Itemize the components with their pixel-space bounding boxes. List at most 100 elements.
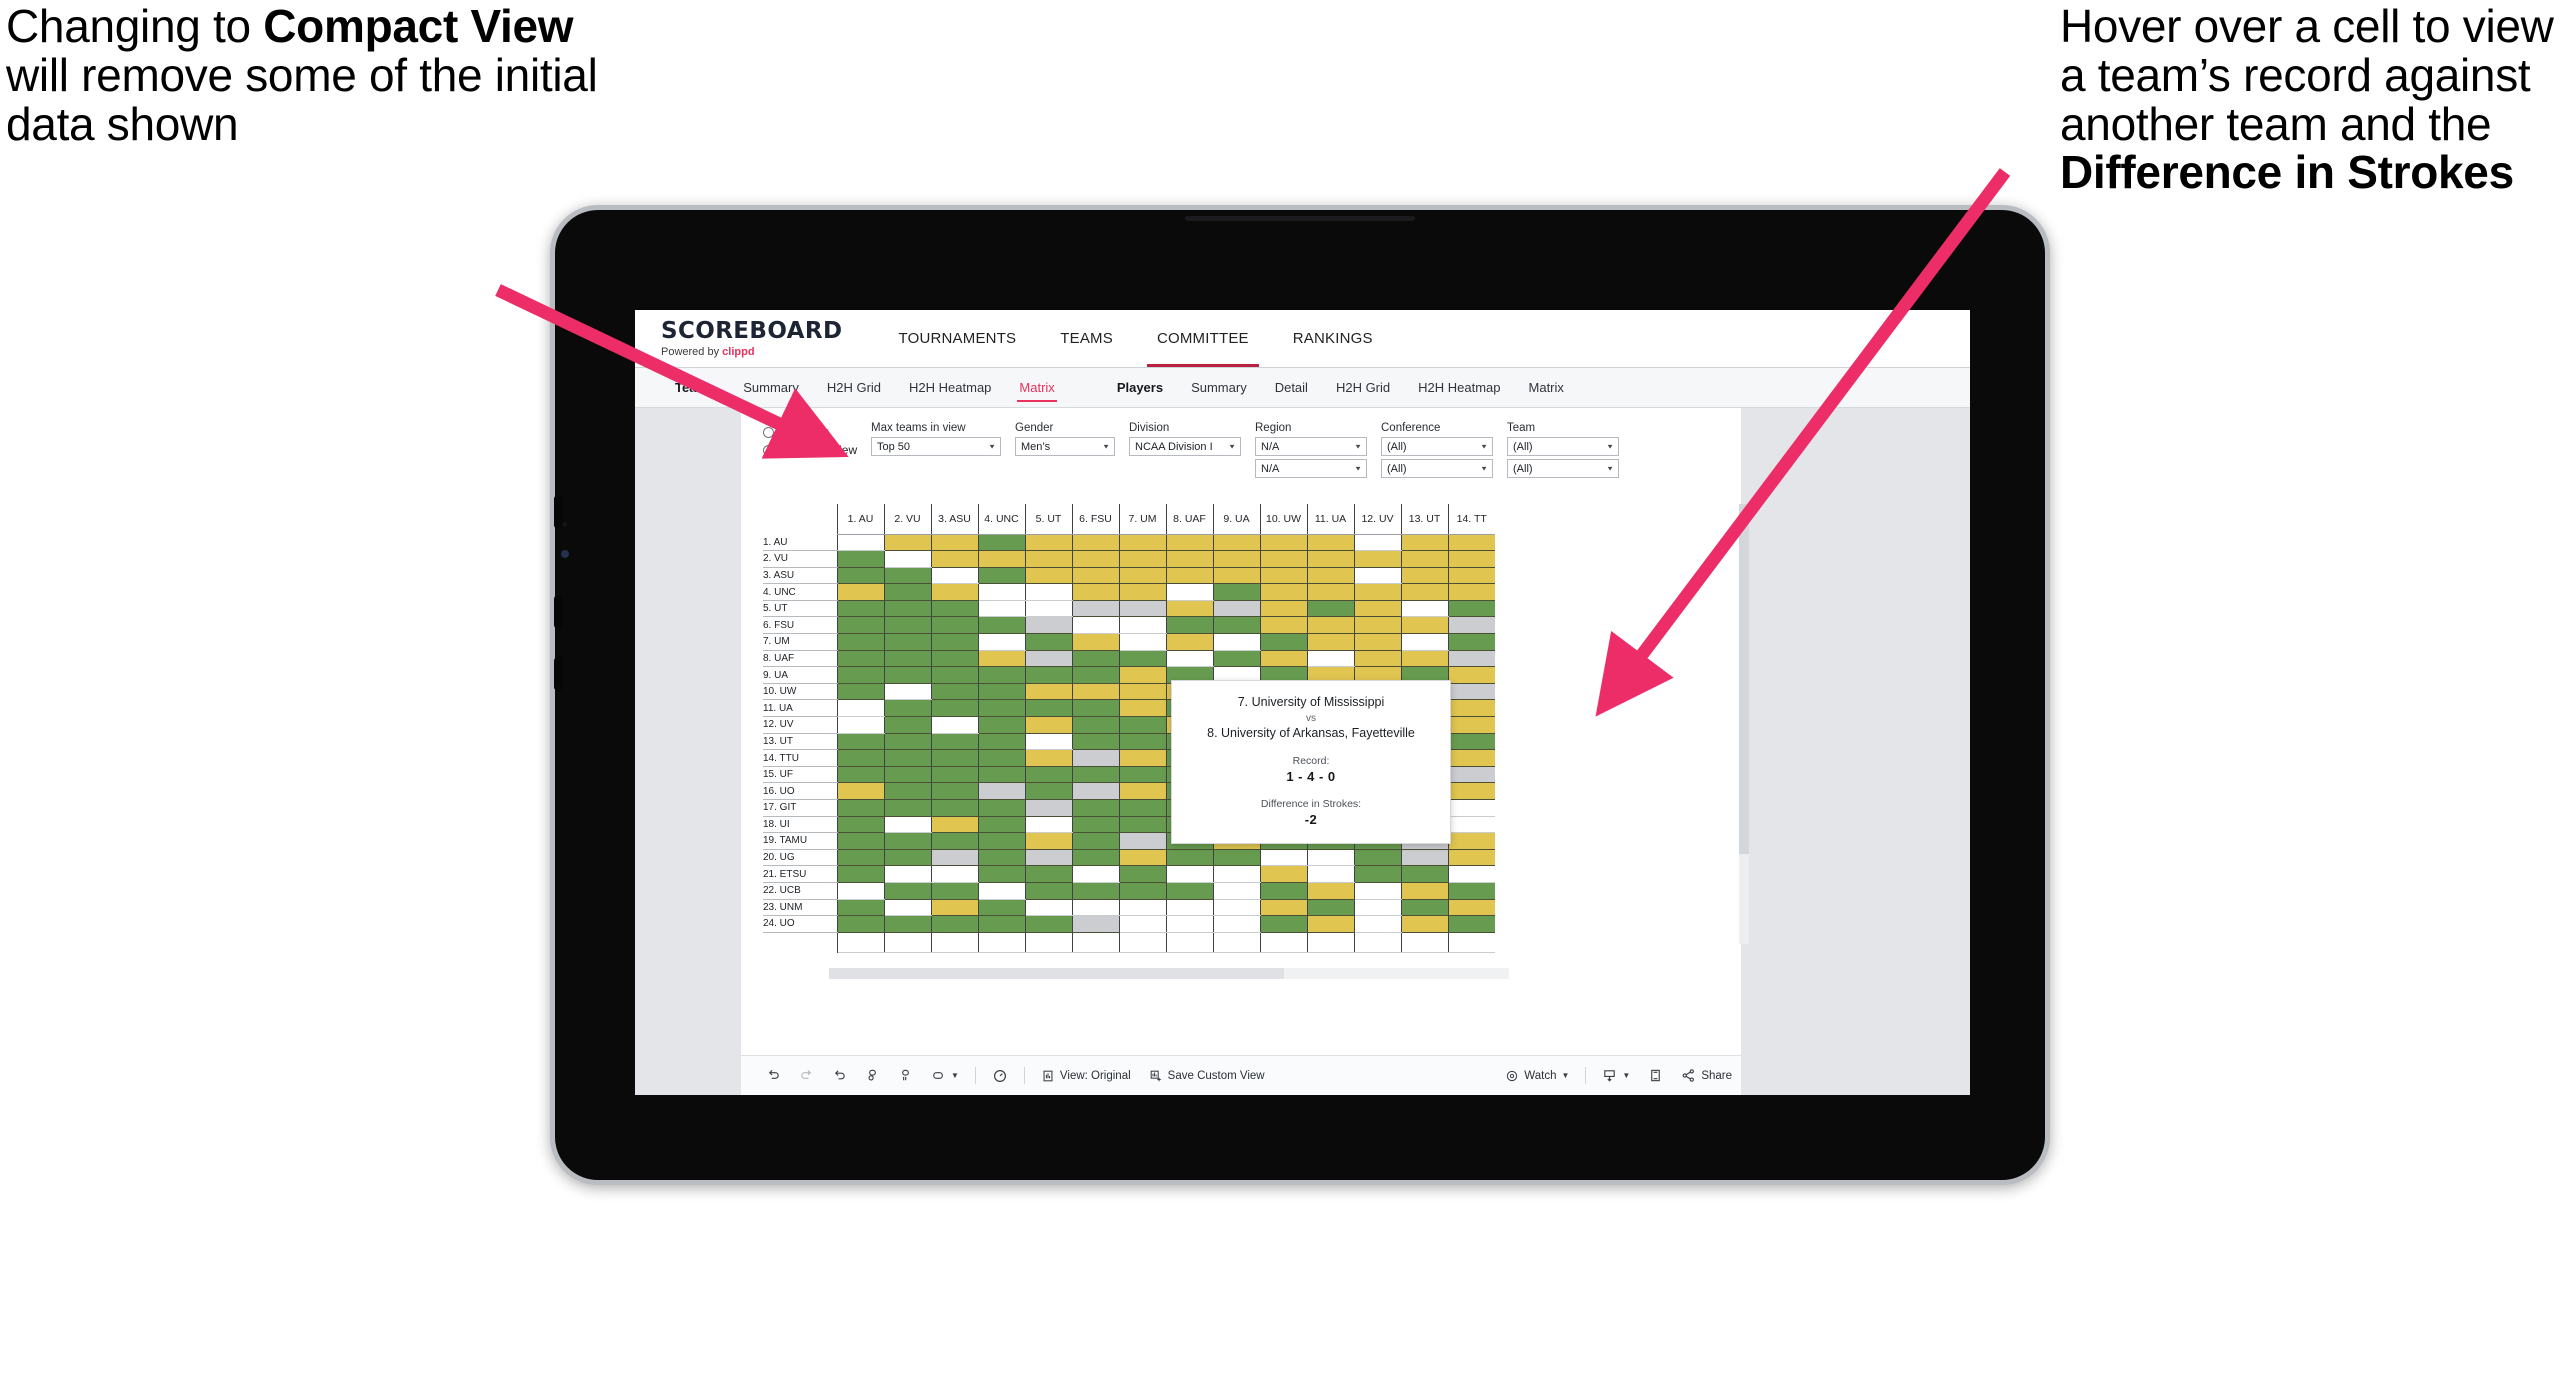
matrix-cell[interactable] [883,534,931,552]
matrix-cell[interactable] [930,899,978,917]
matrix-cell[interactable] [930,749,978,767]
matrix-cell[interactable] [836,550,884,568]
matrix-cell[interactable] [1353,899,1401,917]
matrix-cell[interactable] [1118,865,1166,883]
matrix-cell[interactable] [930,633,978,651]
matrix-cell[interactable] [977,650,1025,668]
matrix-cell[interactable] [883,865,931,883]
matrix-cell[interactable] [930,799,978,817]
matrix-cell[interactable] [1024,616,1072,635]
matrix-cell[interactable] [1024,832,1072,850]
matrix-cell[interactable] [883,733,931,751]
matrix-horizontal-scrollbar[interactable] [829,968,1509,979]
matrix-cell[interactable] [836,733,884,751]
matrix-cell[interactable] [883,550,931,568]
matrix-cell[interactable] [883,915,931,933]
matrix-cell[interactable] [1024,733,1072,751]
matrix-cell[interactable] [930,699,978,718]
matrix-cell[interactable] [1353,633,1401,651]
matrix-cell[interactable] [1071,699,1119,718]
matrix-cell[interactable] [1259,865,1307,883]
matrix-cell[interactable] [836,882,884,900]
matrix-cell[interactable] [1165,616,1213,635]
revert-button[interactable] [823,1068,856,1083]
tab-teams-matrix[interactable]: Matrix [1005,368,1068,408]
matrix-cell[interactable] [930,882,978,900]
radio-full-view[interactable]: Full View [763,425,871,439]
matrix-cell[interactable] [1353,650,1401,668]
matrix-cell[interactable] [1353,567,1401,585]
matrix-cell[interactable] [836,799,884,817]
matrix-cell[interactable] [1212,550,1260,568]
matrix-cell[interactable] [1118,749,1166,767]
matrix-cell[interactable] [1118,600,1166,618]
matrix-cell[interactable] [1165,915,1213,933]
matrix-cell[interactable] [930,683,978,701]
matrix-cell[interactable] [1400,650,1448,668]
matrix-cell[interactable] [836,782,884,800]
matrix-cell[interactable] [1447,666,1495,684]
matrix-cell[interactable] [1259,915,1307,933]
matrix-cell[interactable] [1306,534,1354,552]
matrix-cell[interactable] [1447,600,1495,618]
watch-button[interactable]: Watch ▼ [1496,1069,1578,1083]
matrix-cell[interactable] [1306,882,1354,900]
matrix-cell[interactable] [1071,733,1119,751]
matrix-cell[interactable] [1447,683,1495,701]
matrix-cell[interactable] [1165,865,1213,883]
filter-gender-select[interactable]: Men’s ▼ [1015,437,1115,456]
matrix-cell[interactable] [930,534,978,552]
matrix-cell[interactable] [883,832,931,850]
nav-item-teams[interactable]: TEAMS [1038,310,1135,367]
matrix-horizontal-scroll-thumb[interactable] [829,968,1284,979]
matrix-cell[interactable] [836,749,884,767]
tab-teams-h2h-heatmap[interactable]: H2H Heatmap [895,368,1005,408]
matrix-cell[interactable] [883,816,931,834]
matrix-cell[interactable] [1165,534,1213,552]
matrix-cell[interactable] [883,633,931,651]
matrix-cell[interactable] [1400,849,1448,867]
matrix-cell[interactable] [1306,899,1354,917]
matrix-cell[interactable] [836,567,884,585]
matrix-cell[interactable] [1400,882,1448,900]
matrix-cell[interactable] [1024,600,1072,618]
matrix-cell[interactable] [1447,799,1495,817]
matrix-cell[interactable] [836,816,884,834]
matrix-cell[interactable] [1118,650,1166,668]
matrix-cell[interactable] [1353,865,1401,883]
matrix-cell[interactable] [1024,683,1072,701]
matrix-cell[interactable] [1024,799,1072,817]
matrix-cell[interactable] [1212,600,1260,618]
matrix-cell[interactable] [1259,650,1307,668]
matrix-cell[interactable] [977,799,1025,817]
matrix-cell[interactable] [977,733,1025,751]
matrix-cell[interactable] [977,583,1025,601]
matrix-cell[interactable] [1071,534,1119,552]
matrix-cell[interactable] [1118,799,1166,817]
matrix-cell[interactable] [1071,583,1119,601]
matrix-cell[interactable] [883,616,931,635]
matrix-cell[interactable] [1447,782,1495,800]
matrix-cell[interactable] [1071,899,1119,917]
matrix-cell[interactable] [1024,633,1072,651]
undo-button[interactable] [757,1068,790,1083]
matrix-cell[interactable] [977,865,1025,883]
matrix-cell[interactable] [1400,616,1448,635]
matrix-cell[interactable] [883,583,931,601]
matrix-cell[interactable] [1400,600,1448,618]
tab-teams-summary[interactable]: Summary [729,368,813,408]
matrix-cell[interactable] [1400,899,1448,917]
matrix-cell[interactable] [1024,766,1072,784]
matrix-cell[interactable] [1165,882,1213,900]
matrix-cell[interactable] [1024,550,1072,568]
matrix-cell[interactable] [930,550,978,568]
matrix-cell[interactable] [1118,550,1166,568]
matrix-cell[interactable] [836,650,884,668]
matrix-cell[interactable] [930,782,978,800]
refresh-button[interactable] [856,1068,889,1083]
matrix-cell[interactable] [1353,616,1401,635]
matrix-cell[interactable] [977,832,1025,850]
matrix-cell[interactable] [1071,633,1119,651]
matrix-cell[interactable] [883,799,931,817]
matrix-cell[interactable] [1071,683,1119,701]
